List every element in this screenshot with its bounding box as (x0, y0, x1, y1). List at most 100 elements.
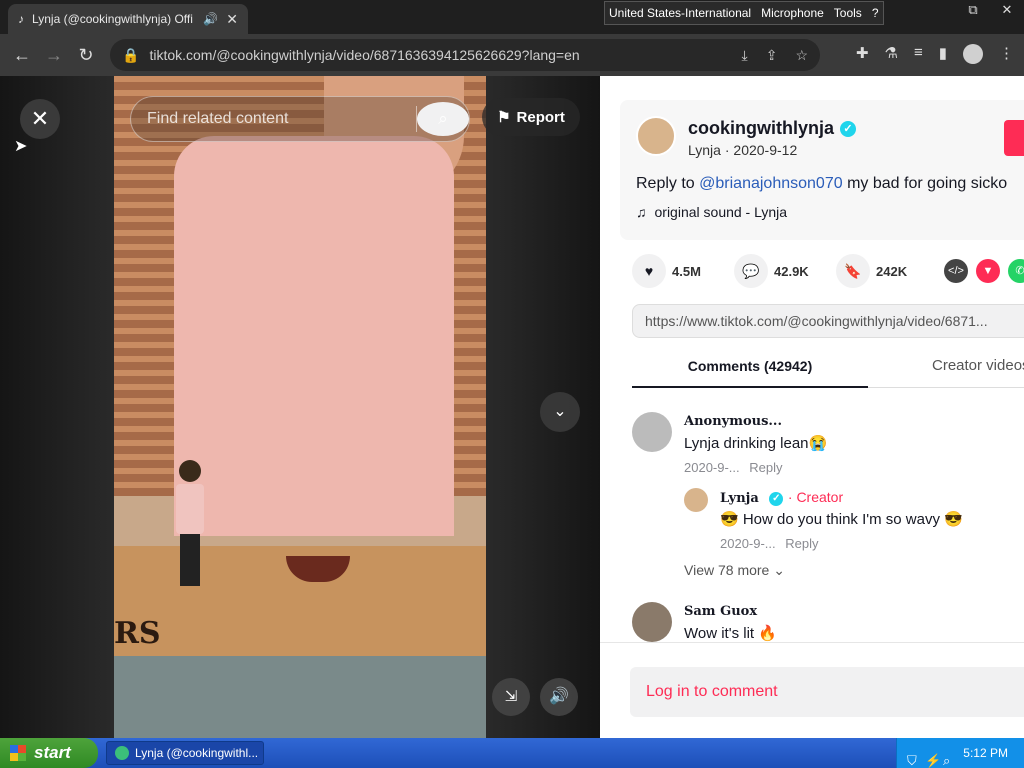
tools-button[interactable]: Tools (834, 6, 862, 20)
reload-icon[interactable]: ↻ (70, 45, 102, 66)
report-button[interactable]: ⚑ Report (482, 98, 580, 136)
search-icon[interactable]: ⌕ (417, 102, 469, 136)
desc-mention-link[interactable]: @brianajohnson070 (699, 175, 842, 192)
author-avatar[interactable] (636, 116, 676, 156)
floating-player-icon[interactable]: ⇲ (492, 678, 530, 716)
person-shirt (174, 136, 454, 536)
extensions-icon[interactable]: ✚ (856, 44, 869, 64)
profile-icon[interactable] (963, 44, 983, 64)
music-note-icon: ♫ (636, 204, 647, 220)
search-input[interactable]: Find related content ⌕ (130, 96, 470, 142)
keyboard-language[interactable]: United States-International (609, 6, 751, 20)
comment-date: 2020-9-... (684, 460, 740, 475)
share-link-field[interactable]: https://www.tiktok.com/@cookingwithlynja… (632, 304, 1024, 338)
network-icon[interactable]: ⚡ (925, 746, 941, 768)
reply-button[interactable]: Reply (785, 536, 818, 551)
bookmark-icon: 🔖 (836, 254, 870, 288)
window-controls: ⧉ ✕ (956, 0, 1024, 24)
extensions-area: ✚ ⚗ ≡ ▮ ⋮ (856, 44, 1014, 64)
save-button[interactable]: 🔖 242K (836, 254, 920, 288)
reply-author[interactable]: Lynja ✓ · Creator (720, 489, 843, 506)
browser-toolbar: ← → ↻ 🔒 tiktok.com/@cookingwithlynja/vid… (0, 34, 1024, 76)
labs-icon[interactable]: ⚗ (885, 44, 898, 64)
comment-author[interactable]: Anonymous... (684, 414, 782, 429)
back-icon[interactable]: ← (6, 45, 38, 66)
comment-button[interactable]: 💬 42.9K (734, 254, 818, 288)
share-buttons: </> ▼ ✆ f (944, 259, 1024, 283)
sound-link[interactable]: ♫ original sound - Lynja (636, 204, 787, 220)
search-tray-icon[interactable]: ⌕ (943, 746, 950, 768)
system-tray: ⛉ ⚡ ⌕ 5:12 PM (896, 738, 1024, 768)
chrome-icon (115, 746, 129, 760)
tab-creator-videos[interactable]: Creator videos (932, 352, 1024, 388)
menu-icon[interactable]: ⋮ (999, 44, 1014, 64)
reply-button[interactable]: Reply (749, 460, 782, 475)
like-button[interactable]: ♥ 4.5M (632, 254, 716, 288)
avatar[interactable] (632, 602, 672, 642)
clock: 5:12 PM (963, 746, 1008, 760)
detail-panel: cookingwithlynja ✓ Lynja · 2020-9-12 Repl… (600, 76, 1024, 738)
report-label: Report (516, 108, 565, 126)
heart-icon: ♥ (632, 254, 666, 288)
tab-close-icon[interactable]: ✕ (226, 11, 238, 28)
taskbar-item-browser[interactable]: Lynja (@cookingwithl... (106, 741, 264, 765)
post-date: 2020-9-12 (733, 142, 798, 158)
tiktok-icon: ♪ (18, 12, 24, 26)
view-more-text: View 78 more (684, 562, 770, 578)
close-video-icon[interactable]: ✕ (20, 99, 60, 139)
video-player[interactable]: RS (114, 76, 486, 738)
comment-meta: 2020-9-... Reply (684, 460, 783, 475)
reply-text: 😎 How do you think I'm so wavy 😎 (720, 511, 963, 528)
help-icon[interactable]: ? (872, 6, 879, 20)
tab-comments[interactable]: Comments (42942) (632, 352, 868, 388)
address-bar[interactable]: 🔒 tiktok.com/@cookingwithlynja/video/687… (110, 39, 820, 71)
comment-icon: 💬 (734, 254, 768, 288)
close-window-icon[interactable]: ✕ (990, 0, 1024, 24)
microphone-button[interactable]: Microphone (761, 6, 824, 20)
browser-tab[interactable]: ♪ Lynja (@cookingwithlynja) Offi 🔊 ✕ (8, 4, 248, 34)
verified-icon: ✓ (840, 121, 857, 138)
follow-button[interactable] (1004, 120, 1024, 156)
url-text[interactable]: tiktok.com/@cookingwithlynja/video/68716… (149, 47, 731, 63)
embed-icon[interactable]: </> (944, 259, 968, 283)
language-bar: United States-International Microphone T… (604, 1, 884, 25)
forward-icon[interactable]: → (38, 45, 70, 66)
like-count: 4.5M (672, 263, 701, 279)
avatar[interactable] (684, 488, 708, 512)
mouse-cursor-icon: ➤ (14, 138, 28, 155)
comment-author[interactable]: Sam Guox (684, 604, 757, 619)
avatar[interactable] (632, 412, 672, 452)
screen: { "browser": { "tab_title": "Lynja (@coo… (0, 0, 1024, 768)
bookmark-star-icon[interactable]: ☆ (795, 47, 808, 64)
reply-meta: 2020-9-... Reply (720, 536, 819, 551)
creator-label: Creator (796, 489, 844, 505)
counter-front (114, 656, 486, 738)
board-logo-text: RS (114, 616, 161, 651)
view-more-replies-button[interactable]: View 78 more ⌄ (684, 562, 785, 579)
sidepanel-icon[interactable]: ▮ (939, 44, 947, 64)
restore-icon[interactable]: ⧉ (956, 0, 990, 24)
comment-text: Lynja drinking lean😭 (684, 435, 828, 452)
save-count: 242K (876, 263, 908, 279)
volume-icon[interactable]: 🔊 (540, 678, 578, 716)
verified-icon: ✓ (769, 491, 784, 506)
media-icon[interactable]: ≡ (914, 44, 923, 64)
comment-tabs: Comments (42942) Creator videos (632, 352, 1024, 388)
share-page-icon[interactable]: ⇪ (766, 47, 778, 64)
install-icon[interactable]: ⤓ (742, 47, 748, 64)
start-button[interactable]: start (0, 738, 98, 768)
video-area: RS ➤ ✕ Find related content ⌕ ⚑ Report ⌄… (0, 76, 600, 738)
author-sub: Lynja · 2020-9-12 (688, 142, 798, 158)
author-username-text: cookingwithlynja (688, 118, 835, 138)
taskbar: start Lynja (@cookingwithl... ⛉ ⚡ ⌕ 5:12… (0, 738, 1024, 768)
shield-icon[interactable]: ⛉ (907, 746, 917, 768)
audio-icon[interactable]: 🔊 (203, 12, 218, 26)
next-video-chevron-icon[interactable]: ⌄ (540, 392, 580, 432)
login-to-comment-button[interactable]: Log in to comment (630, 667, 1024, 717)
whatsapp-icon[interactable]: ✆ (1008, 259, 1024, 283)
author-card: cookingwithlynja ✓ Lynja · 2020-9-12 Repl… (620, 100, 1024, 240)
author-username[interactable]: cookingwithlynja ✓ (688, 118, 857, 139)
lock-icon: 🔒 (122, 46, 140, 63)
comments-list: Anonymous... Lynja drinking lean😭 2020-9… (632, 412, 1024, 642)
send-to-friends-icon[interactable]: ▼ (976, 259, 1000, 283)
